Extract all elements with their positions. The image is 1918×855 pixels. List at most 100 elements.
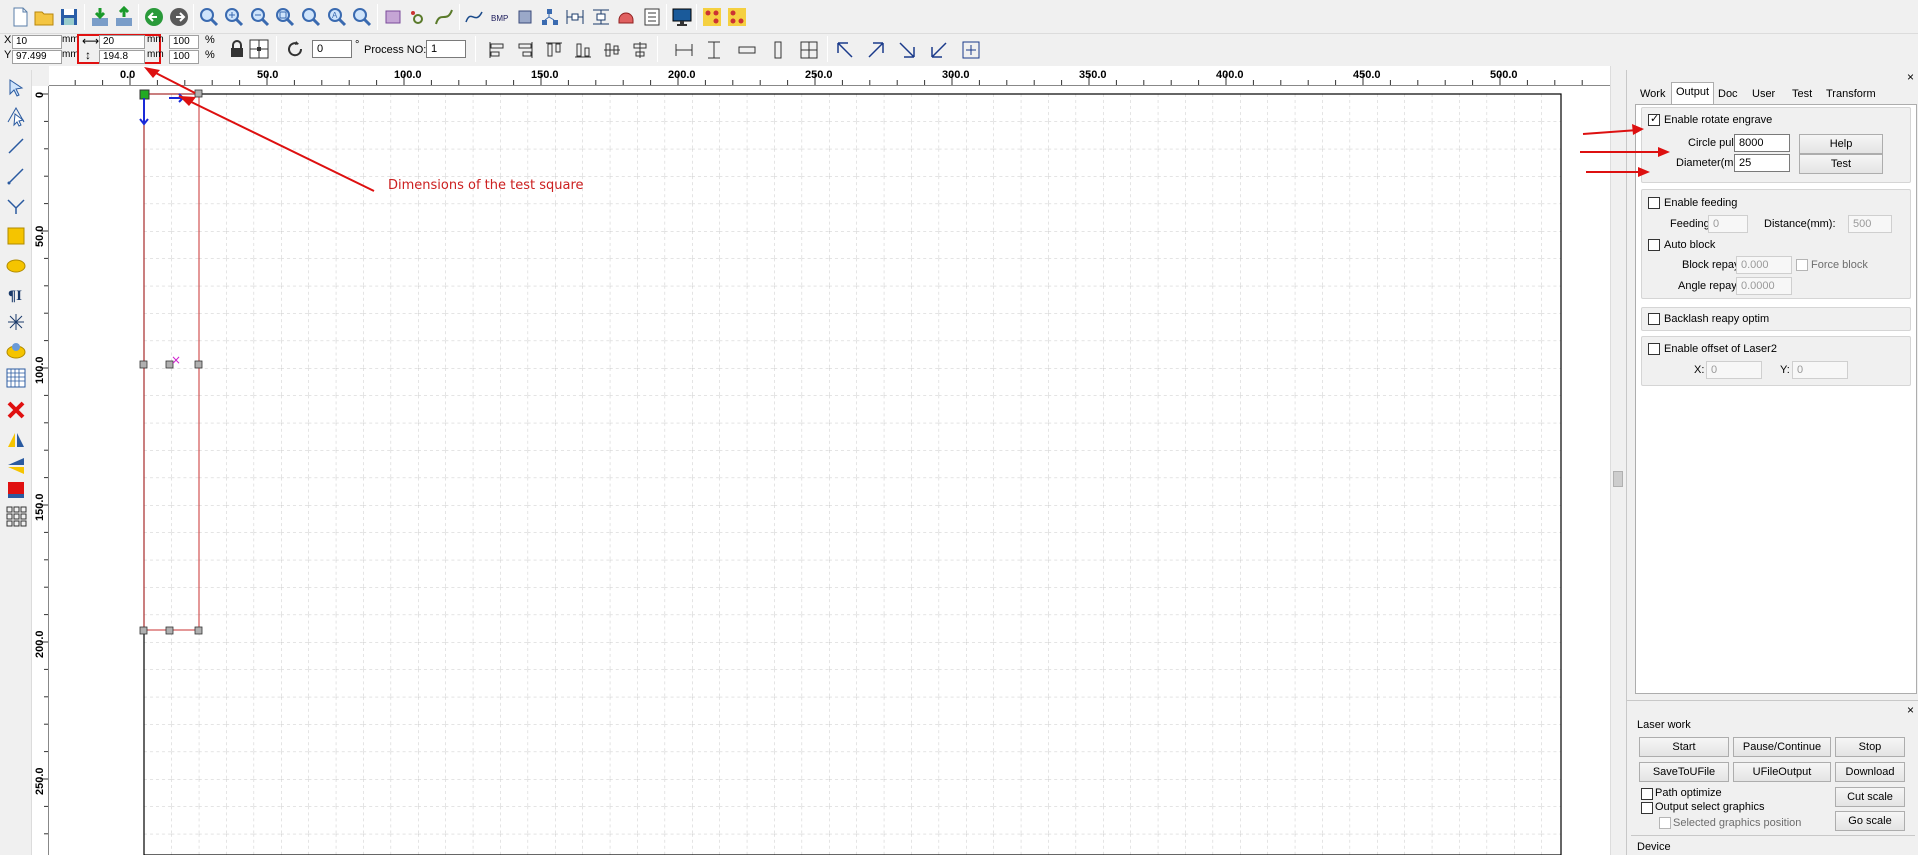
save-to-ufile-button[interactable]: SaveToUFile: [1639, 762, 1729, 782]
horizontal-ruler[interactable]: 0.0 50.0 100.0 150.0 200.0 250.0 300.0 350.0 400…: [49, 66, 1610, 86]
node-edit-icon[interactable]: [406, 5, 430, 29]
rotate-icon[interactable]: [283, 37, 307, 61]
tab-doc[interactable]: Doc: [1713, 84, 1743, 104]
output-select-checkbox[interactable]: [1641, 802, 1653, 814]
tab-output[interactable]: Output: [1671, 82, 1715, 104]
array-icon[interactable]: [538, 5, 562, 29]
tab-transform[interactable]: Transform: [1821, 84, 1881, 104]
enable-rotate-engrave-checkbox[interactable]: [1648, 112, 1660, 126]
grid-icon[interactable]: [4, 366, 28, 390]
zoom-select-icon[interactable]: [299, 5, 323, 29]
distance-input[interactable]: 500: [1848, 215, 1892, 233]
vertical-ruler[interactable]: 0 50.0 100.0 150.0 200.0 250.0: [32, 86, 49, 855]
same-height-icon[interactable]: [766, 38, 790, 62]
zoom-all-icon[interactable]: A: [325, 5, 349, 29]
monitor-icon[interactable]: [670, 5, 694, 29]
zoom-in-icon[interactable]: [222, 5, 246, 29]
download-button[interactable]: Download: [1835, 762, 1905, 782]
path-optimize-checkbox[interactable]: [1641, 788, 1653, 800]
redo-icon[interactable]: [167, 5, 191, 29]
tab-work[interactable]: Work: [1635, 84, 1670, 104]
align-bottom-icon[interactable]: [571, 38, 595, 62]
align-right-icon[interactable]: [513, 38, 537, 62]
enable-feeding-checkbox[interactable]: [1648, 197, 1660, 209]
help-button[interactable]: Help: [1799, 134, 1883, 154]
move-bottom-right-icon[interactable]: [895, 38, 919, 62]
select-icon[interactable]: [4, 76, 28, 100]
rectangle-icon[interactable]: [4, 224, 28, 248]
layer-icon[interactable]: [640, 5, 664, 29]
color-fill-icon[interactable]: [4, 478, 28, 502]
height-input[interactable]: 194.8: [99, 50, 145, 64]
align-top-icon[interactable]: [542, 38, 566, 62]
polyline-icon[interactable]: [4, 164, 28, 188]
ufile-output-button[interactable]: UFileOutput: [1733, 762, 1831, 782]
curve-tool-icon[interactable]: [4, 194, 28, 218]
angle-repay-input[interactable]: 0.0000: [1736, 277, 1792, 295]
enable-offset-checkbox[interactable]: [1648, 343, 1660, 355]
zoom-out-icon[interactable]: [248, 5, 272, 29]
zoom-window-icon[interactable]: [197, 5, 221, 29]
start-button[interactable]: Start: [1639, 737, 1729, 757]
origin-handle[interactable]: [139, 89, 150, 100]
drawing-board-icon[interactable]: [4, 338, 28, 362]
point-icon[interactable]: [4, 310, 28, 334]
tab-test[interactable]: Test: [1787, 84, 1817, 104]
circle-pulse-input[interactable]: 8000: [1734, 134, 1790, 152]
mirror-v-icon[interactable]: [4, 454, 28, 478]
feeding-input[interactable]: 0: [1708, 215, 1748, 233]
new-file-icon[interactable]: [8, 5, 32, 29]
laser-head-icon[interactable]: [614, 5, 638, 29]
distribute-v-icon[interactable]: [589, 5, 613, 29]
backlash-checkbox[interactable]: [1648, 313, 1660, 325]
vertical-scrollbar[interactable]: [1610, 66, 1625, 855]
go-scale-button[interactable]: Go scale: [1835, 811, 1905, 831]
close-panel-icon[interactable]: ×: [1907, 70, 1914, 84]
stop-button[interactable]: Stop: [1835, 737, 1905, 757]
array-grid-icon[interactable]: [4, 504, 28, 528]
scale-x-input[interactable]: 100: [169, 35, 199, 49]
rotate-angle-input[interactable]: 0: [312, 40, 352, 58]
rectangle-tool-icon[interactable]: [513, 5, 537, 29]
ellipse-icon[interactable]: [4, 254, 28, 278]
auto-block-checkbox[interactable]: [1648, 239, 1660, 251]
node-select-icon[interactable]: [4, 104, 28, 128]
mirror-h-icon[interactable]: [4, 428, 28, 452]
align-left-icon[interactable]: [485, 38, 509, 62]
offset-x-input[interactable]: 0: [1706, 361, 1762, 379]
scale-y-input[interactable]: 100: [169, 50, 199, 64]
move-bottom-left-icon[interactable]: [927, 38, 951, 62]
grid-engrave-icon[interactable]: [725, 5, 749, 29]
process-no-input[interactable]: 1: [426, 40, 466, 58]
y-position-input[interactable]: 97.499: [12, 50, 62, 64]
offset-y-input[interactable]: 0: [1792, 361, 1848, 379]
open-folder-icon[interactable]: [32, 5, 56, 29]
scroll-thumb[interactable]: [1613, 471, 1623, 487]
same-size-icon[interactable]: [797, 38, 821, 62]
line-icon[interactable]: [4, 134, 28, 158]
delete-icon[interactable]: [4, 398, 28, 422]
align-center-h-icon[interactable]: [628, 38, 652, 62]
position-anchor-icon[interactable]: [247, 37, 271, 61]
save-icon[interactable]: [57, 5, 81, 29]
equal-v-space-icon[interactable]: [702, 38, 726, 62]
distribute-h-icon[interactable]: [563, 5, 587, 29]
force-block-checkbox[interactable]: [1796, 259, 1808, 271]
zoom-page-icon[interactable]: [273, 5, 297, 29]
test-button[interactable]: Test: [1799, 154, 1883, 174]
lock-icon[interactable]: [225, 37, 249, 61]
move-center-icon[interactable]: [959, 38, 983, 62]
pause-continue-button[interactable]: Pause/Continue: [1733, 737, 1831, 757]
selected-position-checkbox[interactable]: [1659, 817, 1671, 829]
tab-user[interactable]: User: [1747, 84, 1780, 104]
curve-icon[interactable]: [462, 5, 486, 29]
close-laser-panel-icon[interactable]: ×: [1907, 703, 1914, 717]
same-width-icon[interactable]: [735, 38, 759, 62]
frame-icon[interactable]: [381, 5, 405, 29]
width-input[interactable]: 20: [99, 35, 145, 49]
diameter-input[interactable]: 25: [1734, 154, 1790, 172]
move-top-right-icon[interactable]: [864, 38, 888, 62]
bitmap-icon[interactable]: BMP: [488, 5, 512, 29]
undo-icon[interactable]: [142, 5, 166, 29]
x-position-input[interactable]: 10: [12, 35, 62, 49]
